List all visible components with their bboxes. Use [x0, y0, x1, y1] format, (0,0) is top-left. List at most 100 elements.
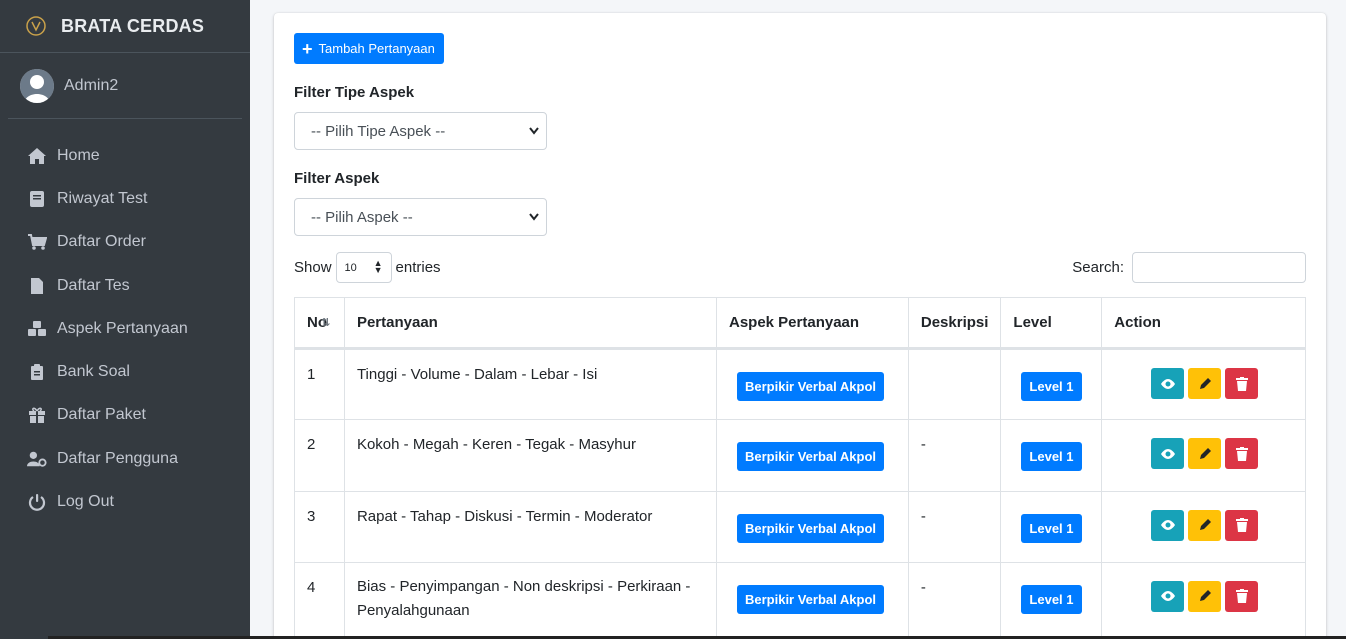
cell-pertanyaan: Kokoh - Megah - Keren - Tegak - Masyhur	[343, 419, 717, 492]
sidebar-item-label: Daftar Pengguna	[57, 449, 178, 467]
edit-button[interactable]	[1188, 580, 1222, 612]
cell-level: Level 1	[1000, 419, 1103, 492]
cell-aspek: Berpikir Verbal Akpol	[715, 347, 909, 421]
cell-level: Level 1	[1000, 561, 1103, 639]
cell-pertanyaan: Tinggi - Volume - Dalam - Lebar - Isi	[343, 347, 717, 421]
view-button[interactable]	[1151, 580, 1185, 612]
file-icon	[27, 276, 47, 296]
sidebar-item-label: Log Out	[57, 493, 114, 511]
sidebar-item-home[interactable]: Home	[0, 134, 250, 177]
cell-aspek: Berpikir Verbal Akpol	[715, 419, 909, 492]
view-button[interactable]	[1151, 509, 1185, 541]
brand-logo-icon	[24, 14, 48, 38]
cell-action	[1101, 561, 1306, 639]
cell-pertanyaan: Rapat - Tahap - Diskusi - Termin - Moder…	[343, 490, 717, 563]
column-header-pertanyaan[interactable]: Pertanyaan	[343, 297, 717, 350]
column-header-deskripsi[interactable]: Deskripsi	[907, 297, 1002, 350]
cell-no: 3	[294, 490, 345, 563]
sidebar: BRATA CERDAS Admin2 Home Riwayat Test Da…	[0, 0, 250, 639]
sort-arrows-icon: ▲ ▼	[373, 258, 383, 275]
cell-level: Level 1	[1000, 347, 1103, 421]
column-header-aspek[interactable]: Aspek Pertanyaan	[715, 297, 909, 350]
filter-aspek-label: Filter Aspek	[294, 170, 380, 187]
sidebar-item-daftar-order[interactable]: Daftar Order	[0, 221, 250, 264]
cell-deskripsi: -	[907, 419, 1002, 492]
column-header-no[interactable]: No ⇅	[294, 297, 345, 350]
filter-tipe-select[interactable]: -- Pilih Tipe Aspek --	[294, 112, 547, 150]
power-icon	[27, 492, 47, 512]
questions-table: No ⇅ Pertanyaan Aspek Pertanyaan Deskrips…	[294, 297, 1306, 639]
level-badge: Level 1	[1021, 584, 1082, 614]
level-badge: Level 1	[1021, 442, 1082, 472]
cell-action	[1101, 419, 1306, 492]
sidebar-item-log-out[interactable]: Log Out	[0, 480, 250, 523]
filter-aspek-value: -- Pilih Aspek --	[311, 208, 413, 226]
cell-pertanyaan: Bias - Penyimpangan - Non deskripsi - Pe…	[343, 561, 717, 639]
brand-link[interactable]: BRATA CERDAS	[0, 0, 250, 53]
cell-action	[1101, 490, 1306, 563]
table-header-row: No ⇅ Pertanyaan Aspek Pertanyaan Deskrips…	[294, 297, 1306, 350]
aspek-badge: Berpikir Verbal Akpol	[736, 442, 884, 472]
level-badge: Level 1	[1021, 372, 1082, 401]
gift-icon	[27, 405, 47, 425]
column-header-level[interactable]: Level	[1000, 297, 1103, 350]
delete-button[interactable]	[1225, 509, 1259, 541]
entries-value: 10	[344, 261, 357, 274]
table-row: 3 Rapat - Tahap - Diskusi - Termin - Mod…	[294, 490, 1306, 563]
cell-aspek: Berpikir Verbal Akpol	[715, 561, 909, 639]
sidebar-item-daftar-paket[interactable]: Daftar Paket	[0, 394, 250, 437]
cell-aspek: Berpikir Verbal Akpol	[715, 490, 909, 563]
column-header-action[interactable]: Action	[1101, 297, 1306, 350]
edit-button[interactable]	[1188, 509, 1222, 541]
table-row: 2 Kokoh - Megah - Keren - Tegak - Masyhu…	[294, 419, 1306, 492]
filter-aspek-select[interactable]: -- Pilih Aspek --	[294, 198, 547, 236]
cell-level: Level 1	[1000, 490, 1103, 563]
add-question-button[interactable]: + Tambah Pertanyaan	[294, 33, 444, 64]
sidebar-item-label: Daftar Order	[57, 233, 146, 251]
edit-button[interactable]	[1188, 368, 1222, 399]
pencil-icon	[1199, 590, 1211, 602]
pencil-icon	[1199, 447, 1211, 459]
trash-icon	[1235, 446, 1248, 461]
pencil-icon	[1199, 377, 1211, 389]
cart-icon	[27, 232, 47, 252]
view-button[interactable]	[1151, 368, 1185, 399]
user-panel[interactable]: Admin2	[8, 53, 242, 119]
eye-icon	[1160, 448, 1175, 459]
sidebar-item-daftar-pengguna[interactable]: Daftar Pengguna	[0, 437, 250, 480]
show-label: Show	[294, 259, 332, 276]
search-input[interactable]	[1132, 252, 1306, 283]
cell-no: 1	[294, 347, 345, 421]
level-badge: Level 1	[1021, 513, 1082, 543]
home-icon	[27, 146, 47, 166]
trash-icon	[1235, 518, 1248, 533]
sort-icon: ⇅	[321, 317, 331, 329]
user-name: Admin2	[64, 76, 119, 94]
clipboard-icon	[27, 362, 47, 382]
delete-button[interactable]	[1225, 580, 1259, 612]
sidebar-item-label: Aspek Pertanyaan	[57, 319, 188, 337]
cell-deskripsi	[907, 347, 1002, 421]
cell-deskripsi: -	[907, 561, 1002, 639]
sidebar-item-daftar-tes[interactable]: Daftar Tes	[0, 264, 250, 307]
sidebar-item-bank-soal[interactable]: Bank Soal	[0, 350, 250, 393]
entries-length-control: Show 10 ▲ ▼ entries	[294, 252, 441, 283]
eye-icon	[1160, 378, 1175, 389]
add-question-label: Tambah Pertanyaan	[318, 41, 435, 56]
cell-action	[1101, 347, 1306, 421]
chevron-down-icon	[528, 210, 540, 228]
brand-name: BRATA CERDAS	[61, 15, 205, 36]
edit-button[interactable]	[1188, 438, 1222, 470]
view-button[interactable]	[1151, 438, 1185, 470]
sidebar-item-aspek-pertanyaan[interactable]: Aspek Pertanyaan	[0, 307, 250, 350]
delete-button[interactable]	[1225, 438, 1259, 470]
entries-select[interactable]: 10 ▲ ▼	[335, 252, 392, 283]
avatar	[20, 68, 54, 103]
cell-no: 4	[294, 561, 345, 639]
delete-button[interactable]	[1225, 368, 1259, 399]
chevron-down-icon	[528, 124, 540, 142]
trash-icon	[1235, 589, 1248, 604]
sidebar-item-riwayat-test[interactable]: Riwayat Test	[0, 177, 250, 220]
sidebar-item-label: Home	[57, 146, 100, 164]
eye-icon	[1160, 591, 1175, 602]
